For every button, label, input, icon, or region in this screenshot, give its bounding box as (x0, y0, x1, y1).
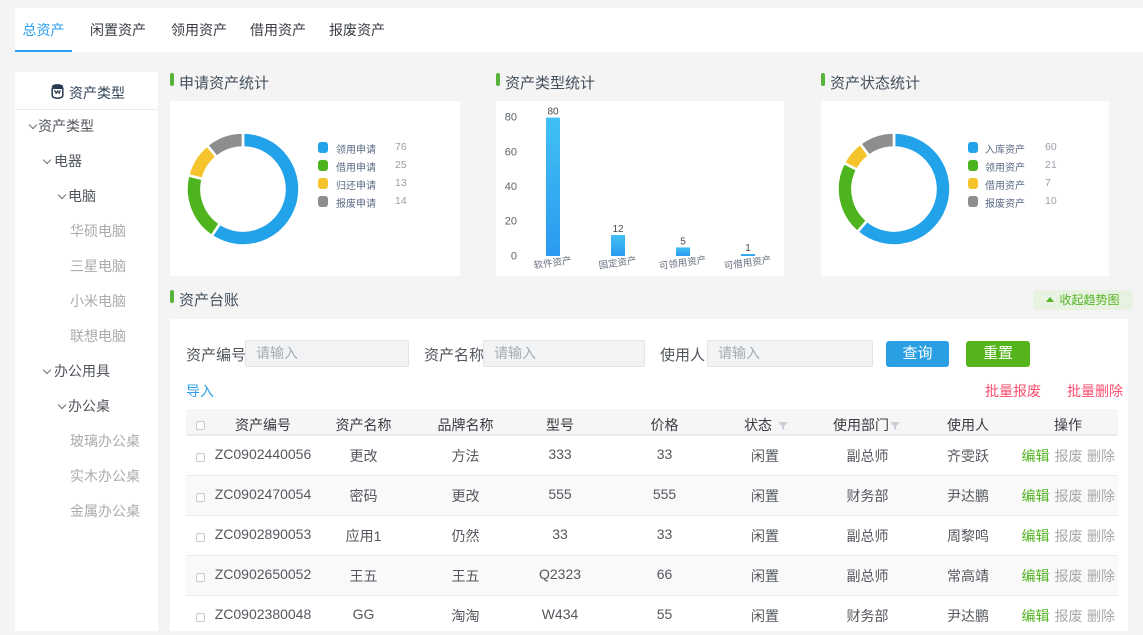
svg-text:软件资产: 软件资产 (533, 254, 572, 271)
svg-text:80: 80 (505, 112, 517, 124)
svg-text:40: 40 (505, 181, 517, 193)
svg-text:80: 80 (547, 107, 559, 118)
svg-text:0: 0 (511, 251, 517, 263)
svg-text:20: 20 (505, 216, 517, 228)
svg-text:1: 1 (745, 243, 751, 254)
svg-text:固定资产: 固定资产 (598, 254, 637, 271)
svg-text:可借用资产: 可借用资产 (723, 254, 772, 272)
svg-text:可领用资产: 可领用资产 (658, 254, 707, 272)
svg-text:60: 60 (505, 147, 517, 159)
svg-text:12: 12 (612, 224, 624, 235)
svg-text:5: 5 (680, 236, 686, 247)
